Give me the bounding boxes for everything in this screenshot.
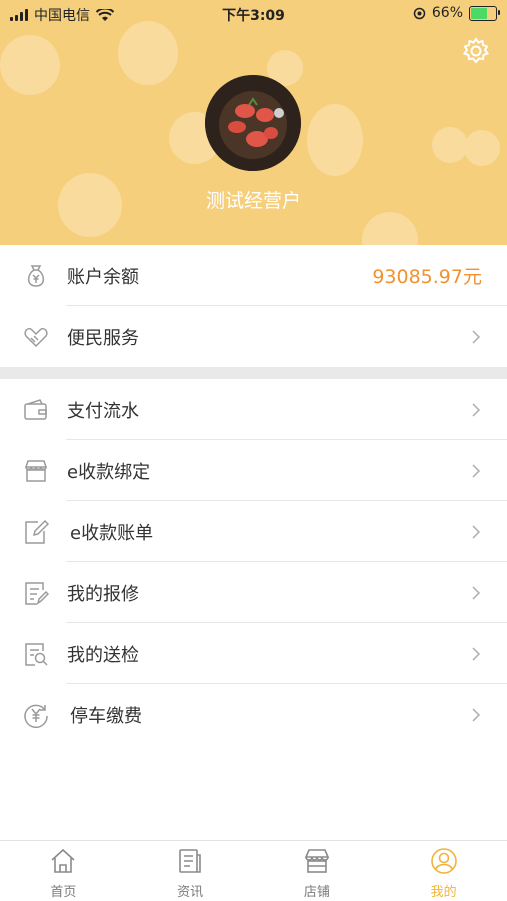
menu-label: 停车缴费 xyxy=(70,705,142,727)
tab-mine[interactable]: 我的 xyxy=(380,841,507,901)
battery-percent: 66% xyxy=(431,5,463,21)
chevron-right-icon xyxy=(472,708,481,722)
tab-label: 资讯 xyxy=(177,885,204,900)
profile-header: 中国电信 下午3:09 66% 测试经营户 xyxy=(0,0,507,245)
chevron-right-icon xyxy=(472,330,481,344)
chevron-right-icon xyxy=(472,525,481,539)
my-inspection-row[interactable]: 我的送检 xyxy=(0,623,507,684)
tab-bar: 首页 资讯 店铺 我的 xyxy=(0,840,507,901)
shop-icon xyxy=(304,849,330,873)
cherry-decoration-icon xyxy=(432,127,500,166)
avatar-strawberry-image xyxy=(205,75,301,171)
tab-home[interactable]: 首页 xyxy=(0,841,127,901)
edit-bill-icon xyxy=(25,519,49,544)
chevron-right-icon xyxy=(472,403,481,417)
battery-level xyxy=(471,7,487,19)
menu-label: 我的报修 xyxy=(67,583,139,605)
e-payment-bill-row[interactable]: e收款账单 xyxy=(0,501,507,562)
tab-label: 店铺 xyxy=(303,885,330,900)
menu-group: 支付流水 e收款绑定 e收款账单 我的报修 我的送检 停车缴费 xyxy=(0,379,507,745)
convenience-service-row[interactable]: 便民服务 xyxy=(0,306,507,367)
avatar[interactable] xyxy=(205,75,301,171)
home-icon xyxy=(51,848,75,873)
handshake-heart-icon xyxy=(24,327,48,348)
section-divider xyxy=(0,367,507,379)
balance-value: 93085.97元 xyxy=(372,266,482,288)
lemon-decoration-icon xyxy=(307,104,363,176)
tab-news[interactable]: 资讯 xyxy=(127,841,254,901)
user-icon xyxy=(430,848,457,874)
chevron-right-icon xyxy=(472,647,481,661)
balance-label: 账户余额 xyxy=(67,266,139,288)
balance-row[interactable]: 账户余额 93085.97元 xyxy=(0,245,507,306)
fruit-decoration-icon xyxy=(0,35,60,95)
menu-label: 我的送检 xyxy=(67,644,139,666)
news-icon xyxy=(179,849,201,873)
money-bag-icon xyxy=(27,265,45,287)
store-icon xyxy=(24,460,48,482)
profile-name: 测试经营户 xyxy=(205,190,301,212)
my-repair-row[interactable]: 我的报修 xyxy=(0,562,507,623)
menu-label: e收款账单 xyxy=(70,522,154,544)
convenience-service-label: 便民服务 xyxy=(67,327,139,349)
parking-fee-row[interactable]: 停车缴费 xyxy=(0,684,507,745)
tab-label: 首页 xyxy=(50,885,77,900)
status-right: 66% xyxy=(413,5,500,21)
menu-label: e收款绑定 xyxy=(67,461,151,483)
payment-flow-row[interactable]: 支付流水 xyxy=(0,379,507,440)
wallet-icon xyxy=(24,399,47,420)
battery-icon xyxy=(469,5,500,21)
tab-shop[interactable]: 店铺 xyxy=(254,841,381,901)
chevron-right-icon xyxy=(472,586,481,600)
account-group: 账户余额 93085.97元 便民服务 xyxy=(0,245,507,367)
inspect-search-icon xyxy=(25,643,48,666)
orientation-lock-icon xyxy=(413,7,426,19)
status-bar: 中国电信 下午3:09 66% xyxy=(0,0,507,28)
gear-icon[interactable] xyxy=(461,36,491,66)
chevron-right-icon xyxy=(472,464,481,478)
menu-label: 支付流水 xyxy=(67,400,139,422)
tab-label: 我的 xyxy=(430,885,457,900)
repair-doc-icon xyxy=(25,582,49,605)
yen-refresh-icon xyxy=(24,704,48,728)
e-payment-binding-row[interactable]: e收款绑定 xyxy=(0,440,507,501)
